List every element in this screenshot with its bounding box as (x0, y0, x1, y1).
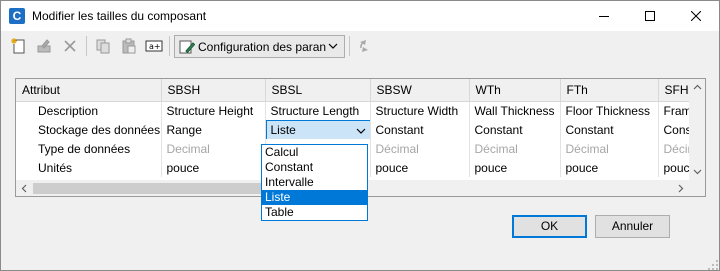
row-label: Unités (16, 158, 162, 177)
grid-cell[interactable]: Constant (469, 120, 561, 139)
edit-icon (37, 39, 51, 53)
refresh-button[interactable] (353, 35, 375, 57)
maximize-button[interactable] (627, 1, 673, 31)
data-storage-combobox[interactable]: Liste (265, 120, 369, 139)
grid-cell: Décimal (560, 139, 659, 158)
grid-cell[interactable]: Constant (560, 120, 659, 139)
new-icon (11, 38, 25, 54)
grid-cell-editing[interactable]: Liste (265, 120, 371, 139)
window-title: Modifier les tailles du composant (32, 9, 207, 23)
row-label: Stockage des données (16, 120, 162, 139)
chevron-down-icon (356, 128, 365, 134)
vertical-scrollbar[interactable] (689, 79, 705, 180)
dialog-window: C Modifier les tailles du composant a+ C… (0, 0, 720, 271)
cancel-button[interactable]: Annuler (595, 215, 670, 238)
table-row: Stockage des données Range Liste Constan… (16, 120, 699, 139)
table-row: Description Structure Height Structure L… (16, 101, 699, 120)
paste-button[interactable] (118, 35, 140, 57)
dropdown-option[interactable]: Intervalle (262, 175, 367, 190)
delete-icon (64, 40, 76, 52)
refresh-icon (360, 40, 368, 52)
delete-button[interactable] (59, 35, 81, 57)
dropdown-option[interactable]: Calcul (262, 145, 367, 160)
close-icon (691, 11, 701, 21)
scrollbar-corner (689, 180, 705, 196)
scroll-right-icon (678, 184, 684, 193)
minimize-button[interactable] (581, 1, 627, 31)
grid-header-row: Attribut SBSH SBSL SBSW WTh FTh SFH (16, 79, 699, 102)
grid-cell[interactable]: pouce (161, 158, 266, 177)
grid-cell[interactable]: Structure Width (370, 101, 470, 120)
grid-cell[interactable]: pouce (370, 158, 470, 177)
svg-text:a+: a+ (149, 42, 161, 51)
close-button[interactable] (673, 1, 719, 31)
scroll-left-icon (21, 184, 27, 193)
resize-grip-icon[interactable] (707, 259, 719, 271)
chevron-down-icon (328, 43, 338, 49)
grid-cell[interactable]: Structure Length (265, 101, 371, 120)
grid-cell[interactable]: Wall Thickness (469, 101, 561, 120)
toolbar-separator (86, 36, 87, 56)
title-bar: C Modifier les tailles du composant (1, 1, 719, 31)
grid-cell: Décimal (469, 139, 561, 158)
grid-cell: Decimal (161, 139, 266, 158)
column-header[interactable]: Attribut (16, 79, 162, 102)
grid-cell[interactable]: pouce (469, 158, 561, 177)
grid-cell[interactable]: Floor Thickness (560, 101, 659, 120)
rename-button[interactable]: a+ (143, 35, 165, 57)
copy-button[interactable] (92, 35, 114, 57)
toolbar: a+ Configuration des paran (1, 31, 719, 61)
combobox-value: Liste (270, 123, 296, 137)
civil3d-app-icon: C (9, 8, 25, 24)
copy-icon (96, 39, 110, 54)
column-header[interactable]: FTh (560, 79, 659, 102)
grid-cell[interactable]: Range (161, 120, 266, 139)
row-label: Description (16, 101, 162, 120)
scroll-down-icon (693, 169, 702, 175)
grid-cell[interactable]: Structure Height (161, 101, 266, 120)
column-header[interactable]: SBSL (265, 79, 371, 102)
grid-cell[interactable]: pouce (560, 158, 659, 177)
grid-cell: Décimal (370, 139, 470, 158)
toolbar-separator (169, 36, 170, 56)
dropdown-option[interactable]: Table (262, 205, 367, 220)
column-header[interactable]: SBSH (161, 79, 266, 102)
maximize-icon (645, 11, 655, 21)
rename-icon: a+ (145, 40, 163, 52)
dropdown-option[interactable]: Constant (262, 160, 367, 175)
toolbar-separator (349, 36, 350, 56)
new-button[interactable] (8, 35, 30, 57)
configuration-icon (179, 40, 195, 54)
minimize-icon (599, 16, 609, 17)
data-storage-dropdown-list[interactable]: Calcul Constant Intervalle Liste Table (261, 144, 368, 221)
configuration-label: Configuration des paran (198, 39, 326, 54)
column-header[interactable]: SBSW (370, 79, 470, 102)
ok-button[interactable]: OK (512, 215, 587, 238)
dropdown-option-selected[interactable]: Liste (262, 190, 367, 205)
grid-cell[interactable]: Constant (370, 120, 470, 139)
row-label: Type de données (16, 139, 162, 158)
configuration-button[interactable]: Configuration des paran (174, 35, 345, 58)
data-storage-combo-wrapper: Liste (265, 120, 369, 139)
scroll-up-icon (693, 84, 702, 90)
column-header[interactable]: WTh (469, 79, 561, 102)
paste-icon (122, 38, 136, 54)
edit-button[interactable] (33, 35, 55, 57)
